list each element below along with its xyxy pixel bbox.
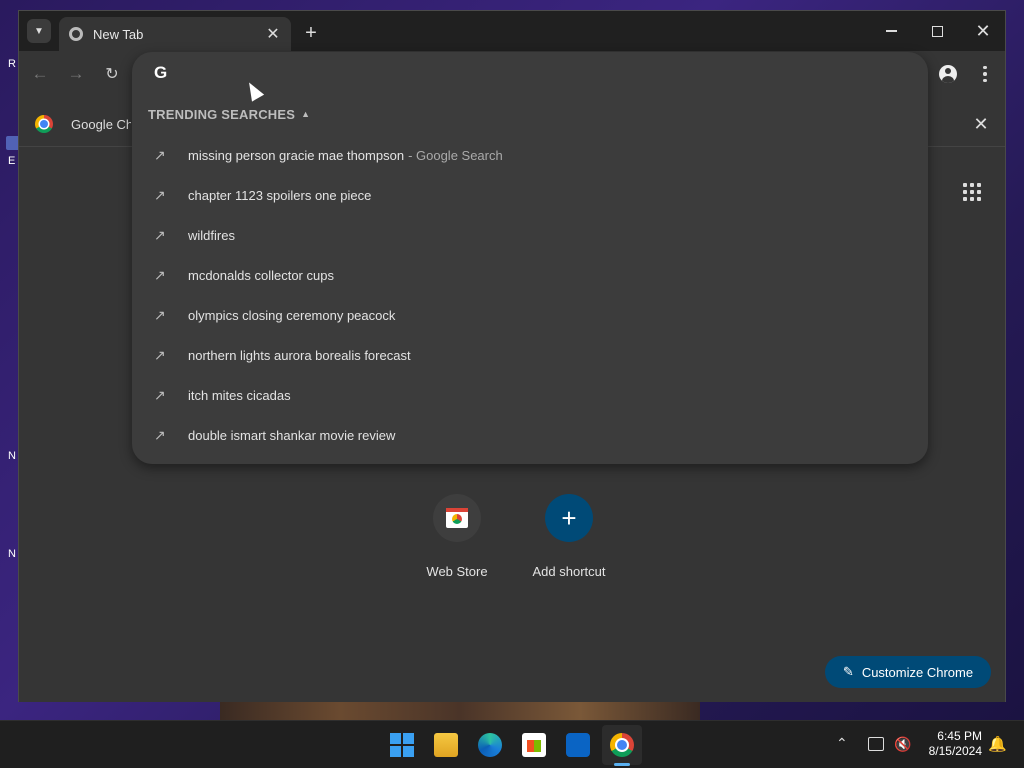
suggestion-item[interactable]: ↗ northern lights aurora borealis foreca… — [132, 335, 928, 375]
close-tab-icon[interactable]: ✕ — [263, 24, 283, 44]
tab-new-tab[interactable]: New Tab ✕ — [59, 17, 291, 51]
edge-icon[interactable] — [478, 733, 502, 757]
profile-button[interactable] — [937, 63, 959, 85]
suggestion-text: double ismart shankar movie review — [188, 427, 396, 443]
chrome-favicon-icon — [69, 27, 83, 41]
trending-up-icon: ↗ — [154, 186, 166, 203]
profile-icon — [939, 65, 957, 83]
infobar-close-button[interactable]: ✕ — [971, 114, 991, 135]
suggestion-text: wildfires — [188, 227, 235, 243]
trending-up-icon: ↗ — [154, 266, 166, 283]
google-apps-button[interactable] — [963, 183, 981, 201]
pencil-icon: ✎ — [842, 664, 854, 679]
shortcut-label: Web Store — [426, 564, 488, 579]
suggestion-text: northern lights aurora borealis forecast — [188, 347, 411, 363]
trending-up-icon: ↗ — [154, 386, 166, 403]
suggestion-text: chapter 1123 spoilers one piece — [188, 187, 372, 203]
tab-search-button[interactable]: ▼ — [27, 19, 51, 43]
web-store-icon-circle — [433, 494, 481, 542]
trending-up-icon: ↗ — [154, 346, 166, 363]
chrome-logo-icon — [35, 115, 53, 133]
web-store-icon — [446, 508, 468, 528]
wallpaper-rock — [220, 700, 700, 722]
plus-icon: + — [545, 494, 593, 542]
shortcut-label: Add shortcut — [532, 564, 606, 579]
trending-header-label: TRENDING SEARCHES — [148, 107, 296, 122]
google-g-icon: G — [154, 63, 168, 82]
suggestion-item[interactable]: ↗ double ismart shankar movie review — [132, 415, 928, 455]
caret-up-icon: ▲ — [301, 109, 311, 119]
suggestion-text: missing person gracie mae thompson — [188, 147, 405, 163]
chrome-menu-button[interactable] — [975, 63, 995, 85]
chrome-taskbar-icon[interactable] — [610, 733, 634, 757]
trending-up-icon: ↗ — [154, 306, 166, 323]
desktop-label-2: E — [8, 155, 16, 167]
network-icon[interactable] — [868, 737, 884, 751]
clock-date: 8/15/2024 — [928, 744, 982, 758]
suggestion-item[interactable]: ↗ itch mites cicadas — [132, 375, 928, 415]
chevron-up-icon[interactable]: ⌃ — [836, 735, 848, 752]
maximize-icon — [931, 25, 943, 37]
suggestion-item[interactable]: ↗ chapter 1123 spoilers one piece — [132, 175, 928, 215]
notification-bell-icon[interactable]: 🔔 — [988, 735, 1007, 753]
outlook-icon[interactable] — [566, 733, 590, 757]
taskbar: ⌃ 🔇 6:45 PM 8/15/2024 🔔 — [0, 720, 1024, 768]
back-button[interactable]: ← — [29, 63, 51, 85]
trending-up-icon: ↗ — [154, 426, 166, 443]
file-explorer-icon[interactable] — [434, 733, 458, 757]
desktop-label-3: N — [8, 450, 16, 462]
tab-title: New Tab — [93, 26, 144, 42]
suggestion-item[interactable]: ↗ mcdonalds collector cups — [132, 255, 928, 295]
suggestion-item[interactable]: ↗ olympics closing ceremony peacock — [132, 295, 928, 335]
desktop-label-1: R — [8, 58, 16, 70]
minimize-icon — [885, 30, 897, 32]
clock-time: 6:45 PM — [937, 729, 982, 743]
volume-muted-icon[interactable]: 🔇 — [894, 736, 911, 753]
suggestion-text: olympics closing ceremony peacock — [188, 307, 396, 323]
active-app-indicator — [614, 763, 630, 766]
trending-searches-header[interactable]: TRENDING SEARCHES ▲ — [148, 107, 310, 122]
title-bar: ▼ New Tab ✕ + ✕ — [19, 11, 1005, 51]
suggestion-suffix: - Google Search — [408, 147, 503, 163]
suggestion-text: mcdonalds collector cups — [188, 267, 334, 283]
shortcut-add[interactable]: + Add shortcut — [519, 494, 619, 579]
desktop-label-4: N — [8, 548, 16, 560]
system-clock[interactable]: 6:45 PM 8/15/2024 — [918, 729, 982, 759]
shortcut-web-store[interactable]: Web Store — [407, 494, 507, 579]
minimize-button[interactable] — [877, 19, 905, 43]
forward-button[interactable]: → — [65, 63, 87, 85]
new-tab-button[interactable]: + — [299, 21, 323, 45]
omnibox-dropdown: G TRENDING SEARCHES ▲ ↗ missing person gr… — [132, 52, 928, 464]
close-window-button[interactable]: ✕ — [969, 19, 997, 43]
microsoft-store-icon[interactable] — [522, 733, 546, 757]
suggestion-item[interactable]: ↗ missing person gracie mae thompson - G… — [132, 135, 928, 175]
customize-chrome-button[interactable]: ✎ Customize Chrome — [825, 656, 991, 688]
start-button[interactable] — [390, 733, 414, 757]
trending-up-icon: ↗ — [154, 146, 166, 163]
maximize-button[interactable] — [923, 19, 951, 43]
suggestion-text: itch mites cicadas — [188, 387, 291, 403]
reload-button[interactable]: ↻ — [101, 63, 123, 85]
trending-up-icon: ↗ — [154, 226, 166, 243]
chevron-down-icon: ▼ — [34, 25, 44, 37]
customize-chrome-label: Customize Chrome — [861, 664, 974, 680]
suggestion-item[interactable]: ↗ wildfires — [132, 215, 928, 255]
infobar-text: Google Ch — [71, 117, 131, 132]
